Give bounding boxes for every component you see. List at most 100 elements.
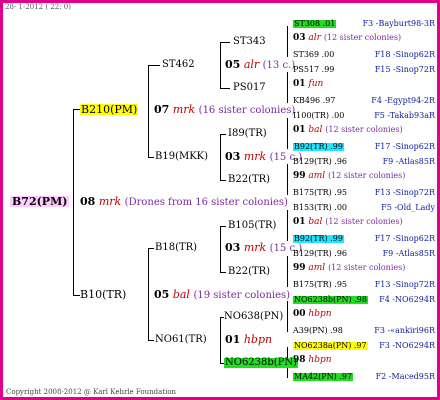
drone-gen: 99 aml (12 sister colonies)	[293, 264, 405, 273]
gen-code: bal	[172, 288, 190, 301]
ancestor-id[interactable]: NO6238b(PN) .98	[293, 296, 368, 304]
drone-gen: 99 aml (12 sister colonies)	[293, 172, 405, 181]
ancestor-id[interactable]: B129(TR) .96	[293, 250, 347, 258]
gen-num: 03	[225, 150, 241, 163]
connector	[220, 134, 221, 180]
gen-code: fun	[308, 79, 324, 89]
ancestor-id[interactable]: A39(PN) .98	[293, 327, 343, 335]
queen-no6238b[interactable]: NO6238b(PN)	[224, 358, 299, 368]
st462-drones: 05 alr (13 c.)	[225, 59, 295, 71]
gen-code: alr	[243, 58, 260, 71]
queen-st462[interactable]: ST462	[162, 60, 195, 70]
ancestor-id[interactable]: B175(TR) .95	[293, 281, 347, 289]
connector	[220, 317, 221, 363]
ancestor-id[interactable]: ST308 .01	[293, 20, 337, 28]
ancestor-source: F3 -«ankiri96R	[374, 326, 435, 335]
connector	[287, 26, 288, 57]
gen-code: mrk	[243, 241, 267, 254]
gen-num: 03	[293, 33, 306, 43]
ancestor-source: F18 -Sinop62R	[374, 50, 435, 59]
queen-b105[interactable]: B105(TR)	[228, 221, 276, 231]
ancestor-source: F3 -Bayburt98-3R	[362, 19, 435, 28]
gen-note: (12 sister colonies)	[323, 33, 402, 42]
ancestor-source: F2 -Maced95R	[375, 372, 435, 381]
root-queen[interactable]: B72(PM)	[10, 196, 70, 207]
drone-gen: 01 bal (12 sister colonies)	[293, 218, 403, 227]
queen-no61[interactable]: NO61(TR)	[155, 335, 207, 345]
gen-note: (12 sister colonies)	[325, 217, 403, 226]
ancestor-id[interactable]: B175(TR) .95	[293, 189, 347, 197]
connector	[287, 301, 288, 332]
ancestor-id[interactable]: MA42(PN) .97	[293, 373, 354, 381]
connector	[73, 295, 80, 296]
ancestor-source: F13 -Sinop72R	[374, 188, 435, 197]
ancestor-id[interactable]: B129(TR) .96	[293, 158, 347, 166]
ancestor-source: F4 -NO6294R	[379, 295, 435, 304]
connector	[148, 65, 149, 157]
connector	[220, 42, 221, 88]
b18-drones: 03 mrk (15 c.)	[225, 242, 302, 254]
queen-b18[interactable]: B18(TR)	[155, 243, 197, 253]
gen-code: alr	[308, 33, 321, 43]
queen-b210[interactable]: B210(PM)	[80, 104, 139, 115]
connector	[220, 272, 226, 273]
gen-num: 01	[225, 333, 241, 346]
pedigree-frame: 28- 1-2012 ( 22: 0) B72(PM) 08 mrk (Dron…	[0, 0, 440, 400]
ancestor-source: F9 -Atlas85R	[382, 249, 435, 258]
gen-note: (13 c.)	[262, 60, 296, 71]
ancestor-source: F5 -Takab93aR	[374, 111, 435, 120]
connector	[287, 72, 288, 103]
gen-num: 99	[293, 263, 306, 273]
ancestor-id[interactable]: ST369 .00	[293, 51, 334, 59]
no61-drones: 01 hbpn	[225, 334, 272, 345]
queen-no638[interactable]: NO638(PN)	[224, 312, 283, 322]
ancestor-source: F13 -Sinop72R	[374, 280, 435, 289]
ancestor-id[interactable]: I100(TR) .00	[293, 112, 344, 120]
ancestor-id[interactable]: KB496 .97	[293, 97, 335, 105]
gen-note: (19 sister colonies)	[193, 290, 291, 301]
gen-code: bal	[308, 217, 323, 227]
ancestor-id[interactable]: PS517 .99	[293, 66, 334, 74]
b10-drones: 05 bal (19 sister colonies)	[154, 289, 290, 301]
connector	[287, 256, 288, 287]
queen-b22-2[interactable]: B22(TR)	[228, 267, 270, 277]
footer-copyright: Copyright 2008-2012 @ Karl Kehrle Founda…	[6, 388, 177, 396]
drone-gen: 00 hbpn	[293, 310, 332, 319]
drone-gen-num: 08	[80, 195, 96, 208]
connector	[220, 134, 226, 135]
root-drones: 08 mrk (Drones from 16 sister colonies)	[80, 196, 288, 208]
drone-gen-code: mrk	[98, 195, 122, 208]
queen-i89[interactable]: I89(TR)	[228, 129, 267, 139]
ancestor-source: F3 -NO6294R	[379, 341, 435, 350]
gen-code: aml	[308, 171, 326, 181]
gen-num: 05	[225, 58, 241, 71]
connector	[220, 42, 230, 43]
ancestor-id[interactable]: B92(TR) .99	[293, 235, 344, 243]
connector	[287, 210, 288, 241]
queen-b22[interactable]: B22(TR)	[228, 175, 270, 185]
gen-num: 01	[293, 125, 306, 135]
gen-note: (12 sister colonies)	[328, 263, 406, 272]
gen-code: bal	[308, 125, 323, 135]
ancestor-id[interactable]: B92(TR) .99	[293, 143, 344, 151]
drone-gen: 01 fun	[293, 80, 323, 89]
queen-ps017[interactable]: PS017	[233, 83, 266, 93]
connector	[148, 65, 160, 66]
queen-b10[interactable]: B10(TR)	[80, 289, 126, 300]
queen-b19[interactable]: B19(MKK)	[155, 152, 208, 162]
connector	[148, 248, 149, 340]
ancestor-source: F17 -Sinop62R	[374, 234, 435, 243]
connector	[148, 340, 154, 341]
b210-drones: 07 mrk (16 sister colonies)	[154, 104, 295, 116]
connector	[148, 157, 154, 158]
ancestor-source: F4 -Egypt94-2R	[371, 96, 435, 105]
header-timestamp: 28- 1-2012 ( 22: 0)	[5, 3, 71, 11]
ancestor-id[interactable]: B153(TR) .00	[293, 204, 347, 212]
gen-code: hbpn	[308, 309, 332, 319]
b19-drones: 03 mrk (15 c.)	[225, 151, 302, 163]
gen-num: 01	[293, 79, 306, 89]
queen-st343[interactable]: ST343	[233, 37, 266, 47]
ancestor-id[interactable]: NO6238a(PN) .97	[293, 342, 368, 350]
connector	[148, 248, 154, 249]
gen-code: hbpn	[243, 333, 273, 346]
